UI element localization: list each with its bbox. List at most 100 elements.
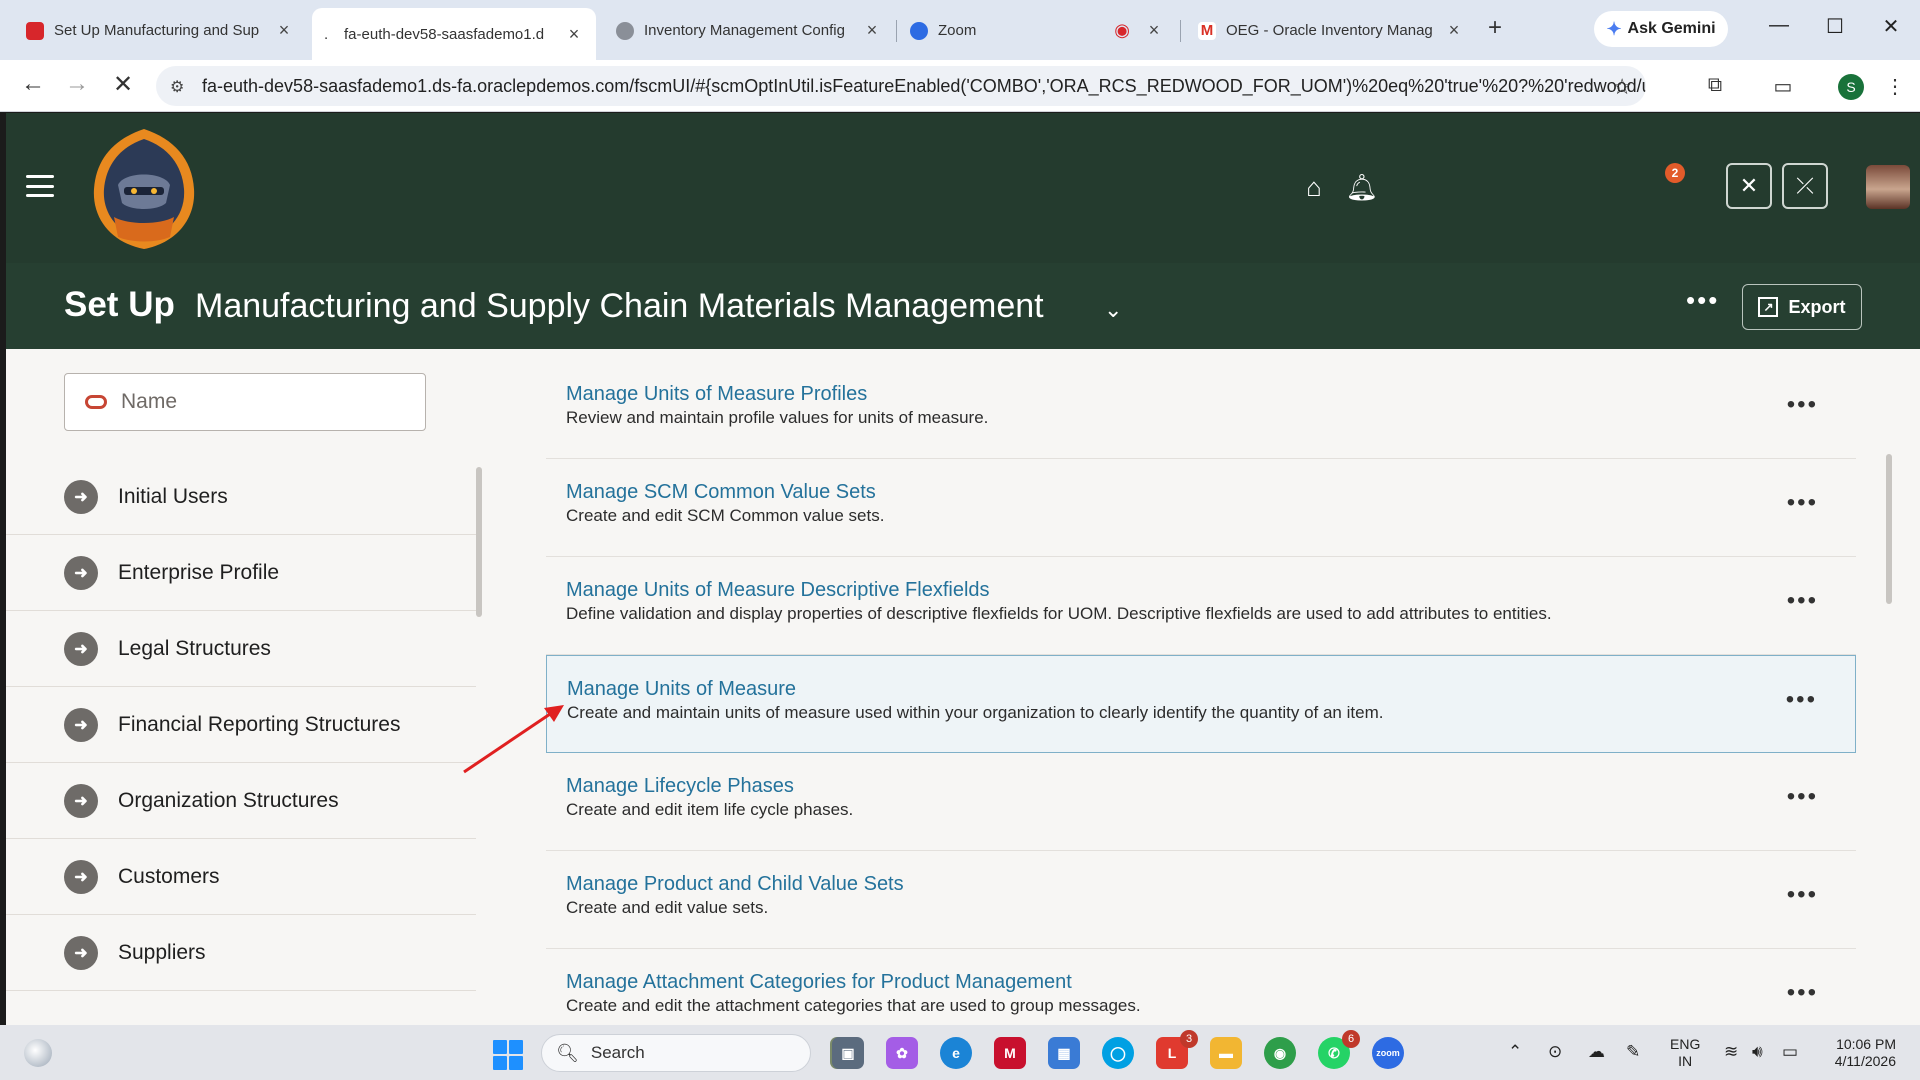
user-avatar[interactable] — [1866, 165, 1910, 209]
task-link[interactable]: Manage Units of Measure Profiles — [566, 383, 867, 406]
chevron-up-icon[interactable]: ⌃ — [1508, 1042, 1522, 1062]
task-row[interactable]: Manage SCM Common Value Sets Create and … — [546, 459, 1856, 557]
cast-screen-icon[interactable]: ▭ — [1768, 74, 1798, 99]
task-row[interactable]: Manage Lifecycle Phases Create and edit … — [546, 753, 1856, 851]
alexa-icon[interactable]: ◯ — [1102, 1037, 1134, 1069]
functional-area-item[interactable]: ➜ Customers — [6, 839, 476, 915]
task-row[interactable]: Manage Units of Measure Profiles Review … — [546, 361, 1856, 459]
task-row-selected[interactable]: Manage Units of Measure Create and maint… — [546, 655, 1856, 753]
right-scrollbar[interactable] — [1886, 454, 1892, 604]
tab-oeg-gmail[interactable]: M OEG - Oracle Inventory Manag × — [1186, 9, 1476, 52]
forward-arrow-icon[interactable]: → — [62, 70, 92, 98]
system-clock[interactable]: 10:06 PM 4/11/2026 — [1820, 1036, 1896, 1070]
export-icon: ↗ — [1758, 297, 1779, 317]
close-icon[interactable]: × — [1144, 20, 1164, 41]
profile-avatar[interactable]: S — [1838, 74, 1864, 100]
volume-icon[interactable]: 🔊︎ — [1752, 1042, 1763, 1062]
tools-disabled-icon[interactable]: ⤫ — [1782, 163, 1828, 209]
task-actions-icon[interactable]: ••• — [1787, 391, 1818, 419]
tab-title: OEG - Oracle Inventory Manag — [1226, 22, 1433, 39]
file-explorer-icon[interactable]: ▬ — [1210, 1037, 1242, 1069]
task-search-input[interactable]: Name — [64, 373, 426, 431]
expand-arrow-icon: ➜ — [64, 935, 98, 970]
task-link[interactable]: Manage SCM Common Value Sets — [566, 481, 876, 504]
kebab-menu-icon[interactable]: ⋮ — [1880, 74, 1910, 99]
functional-area-item[interactable]: ➜ Legal Structures — [6, 611, 476, 687]
task-actions-icon[interactable]: ••• — [1787, 881, 1818, 909]
clock-date: 4/11/2026 — [1834, 1053, 1896, 1069]
tab-active-loading[interactable]: . fa-euth-dev58-saasfademo1.d × — [312, 8, 596, 60]
window-close-icon[interactable]: ✕ — [1876, 14, 1906, 39]
close-icon[interactable]: × — [1444, 20, 1464, 41]
more-actions-icon[interactable]: ••• — [1686, 285, 1719, 316]
clock-time: 10:06 PM — [1836, 1036, 1896, 1052]
task-actions-icon[interactable]: ••• — [1787, 783, 1818, 811]
onedrive-cloud-icon[interactable]: ☁ — [1588, 1042, 1605, 1062]
ask-gemini-button[interactable]: ✦ Ask Gemini — [1594, 11, 1728, 47]
chrome-icon[interactable]: ◉ — [1264, 1037, 1296, 1069]
task-view-icon[interactable]: ▣ — [832, 1037, 864, 1069]
bookmark-star-icon[interactable]: ☆ — [1612, 74, 1632, 100]
address-bar[interactable]: ⚙ fa-euth-dev58-saasfademo1.ds-fa.oracle… — [156, 66, 1646, 106]
stop-loading-icon[interactable]: ✕ — [108, 70, 138, 99]
close-icon[interactable]: × — [274, 20, 294, 41]
wifi-icon[interactable]: ≋ — [1724, 1042, 1738, 1062]
region-code: IN — [1678, 1053, 1693, 1069]
left-scrollbar[interactable] — [476, 467, 482, 617]
windows-start-icon[interactable] — [493, 1040, 523, 1070]
minimize-icon[interactable]: — — [1764, 14, 1794, 37]
home-icon[interactable]: ⌂ — [1294, 167, 1334, 207]
close-icon[interactable]: × — [564, 24, 584, 45]
gemini-sparkle-icon: ✦ — [1606, 18, 1622, 39]
functional-area-item[interactable]: ➜ Suppliers — [6, 915, 476, 991]
task-row[interactable]: Manage Attachment Categories for Product… — [546, 949, 1856, 1025]
battery-icon[interactable]: ▭ — [1782, 1042, 1798, 1062]
extensions-puzzle-icon[interactable]: ⧉ — [1700, 74, 1730, 97]
functional-area-label: Enterprise Profile — [118, 560, 280, 584]
task-link[interactable]: Manage Lifecycle Phases — [566, 775, 794, 798]
security-icon[interactable]: ⊙ — [1548, 1042, 1562, 1062]
task-link[interactable]: Manage Product and Child Value Sets — [566, 873, 904, 896]
weather-icon[interactable] — [24, 1039, 52, 1067]
site-settings-icon[interactable]: ⚙ — [170, 77, 184, 97]
functional-area-item[interactable]: ➜ Enterprise Profile — [6, 535, 476, 611]
tab-zoom[interactable]: Zoom ◉ × — [898, 9, 1176, 52]
task-actions-icon[interactable]: ••• — [1786, 686, 1817, 714]
close-icon[interactable]: × — [862, 20, 882, 41]
task-link[interactable]: Manage Units of Measure — [567, 678, 796, 701]
task-description: Review and maintain profile values for u… — [566, 408, 989, 427]
mcafee-icon[interactable]: M — [994, 1037, 1026, 1069]
functional-area-item[interactable]: ➜ Organization Structures — [6, 763, 476, 839]
tab-divider — [896, 20, 897, 42]
back-arrow-icon[interactable]: ← — [18, 70, 48, 98]
functional-area-label: Suppliers — [118, 940, 206, 964]
notifications-bell-icon[interactable]: 🔔︎ — [1342, 167, 1382, 207]
windows-taskbar: 🔍︎ Search ▣ ✿ e M ▦ ◯ L 3 ▬ ◉ ✆ 6 zoom ⌃… — [0, 1025, 1920, 1080]
edge-browser-icon[interactable]: e — [940, 1037, 972, 1069]
task-actions-icon[interactable]: ••• — [1787, 979, 1818, 1007]
task-link[interactable]: Manage Attachment Categories for Product… — [566, 971, 1072, 994]
functional-area-item[interactable]: ➜ Financial Reporting Structures — [6, 687, 476, 763]
language-code: ENG — [1670, 1036, 1701, 1052]
new-tab-button[interactable]: + — [1488, 14, 1502, 42]
task-row[interactable]: Manage Units of Measure Descriptive Flex… — [546, 557, 1856, 655]
tools-crossed-icon[interactable]: ✕ — [1726, 163, 1772, 209]
taskbar-search-input[interactable]: 🔍︎ Search — [541, 1034, 811, 1072]
microsoft-store-icon[interactable]: ▦ — [1048, 1037, 1080, 1069]
task-row[interactable]: Manage Product and Child Value Sets Crea… — [546, 851, 1856, 949]
zoom-app-icon[interactable]: zoom — [1372, 1037, 1404, 1069]
task-link[interactable]: Manage Units of Measure Descriptive Flex… — [566, 579, 990, 602]
functional-area-item[interactable]: ➜ Initial Users — [6, 459, 476, 535]
task-actions-icon[interactable]: ••• — [1787, 489, 1818, 517]
maximize-icon[interactable]: ☐ — [1820, 14, 1850, 39]
copilot-icon[interactable]: ✿ — [886, 1037, 918, 1069]
tab-setup[interactable]: Set Up Manufacturing and Sup × — [14, 9, 306, 52]
pen-input-icon[interactable]: ✎ — [1626, 1042, 1640, 1062]
tab-inventory-config[interactable]: Inventory Management Config × — [604, 9, 894, 52]
offering-selector[interactable]: Manufacturing and Supply Chain Materials… — [195, 287, 1044, 326]
language-indicator[interactable]: ENG IN — [1670, 1036, 1700, 1070]
export-button[interactable]: ↗ Export — [1742, 284, 1862, 330]
hamburger-menu-icon[interactable] — [26, 175, 54, 197]
chevron-down-icon[interactable]: ⌄ — [1104, 297, 1122, 323]
task-actions-icon[interactable]: ••• — [1787, 587, 1818, 615]
